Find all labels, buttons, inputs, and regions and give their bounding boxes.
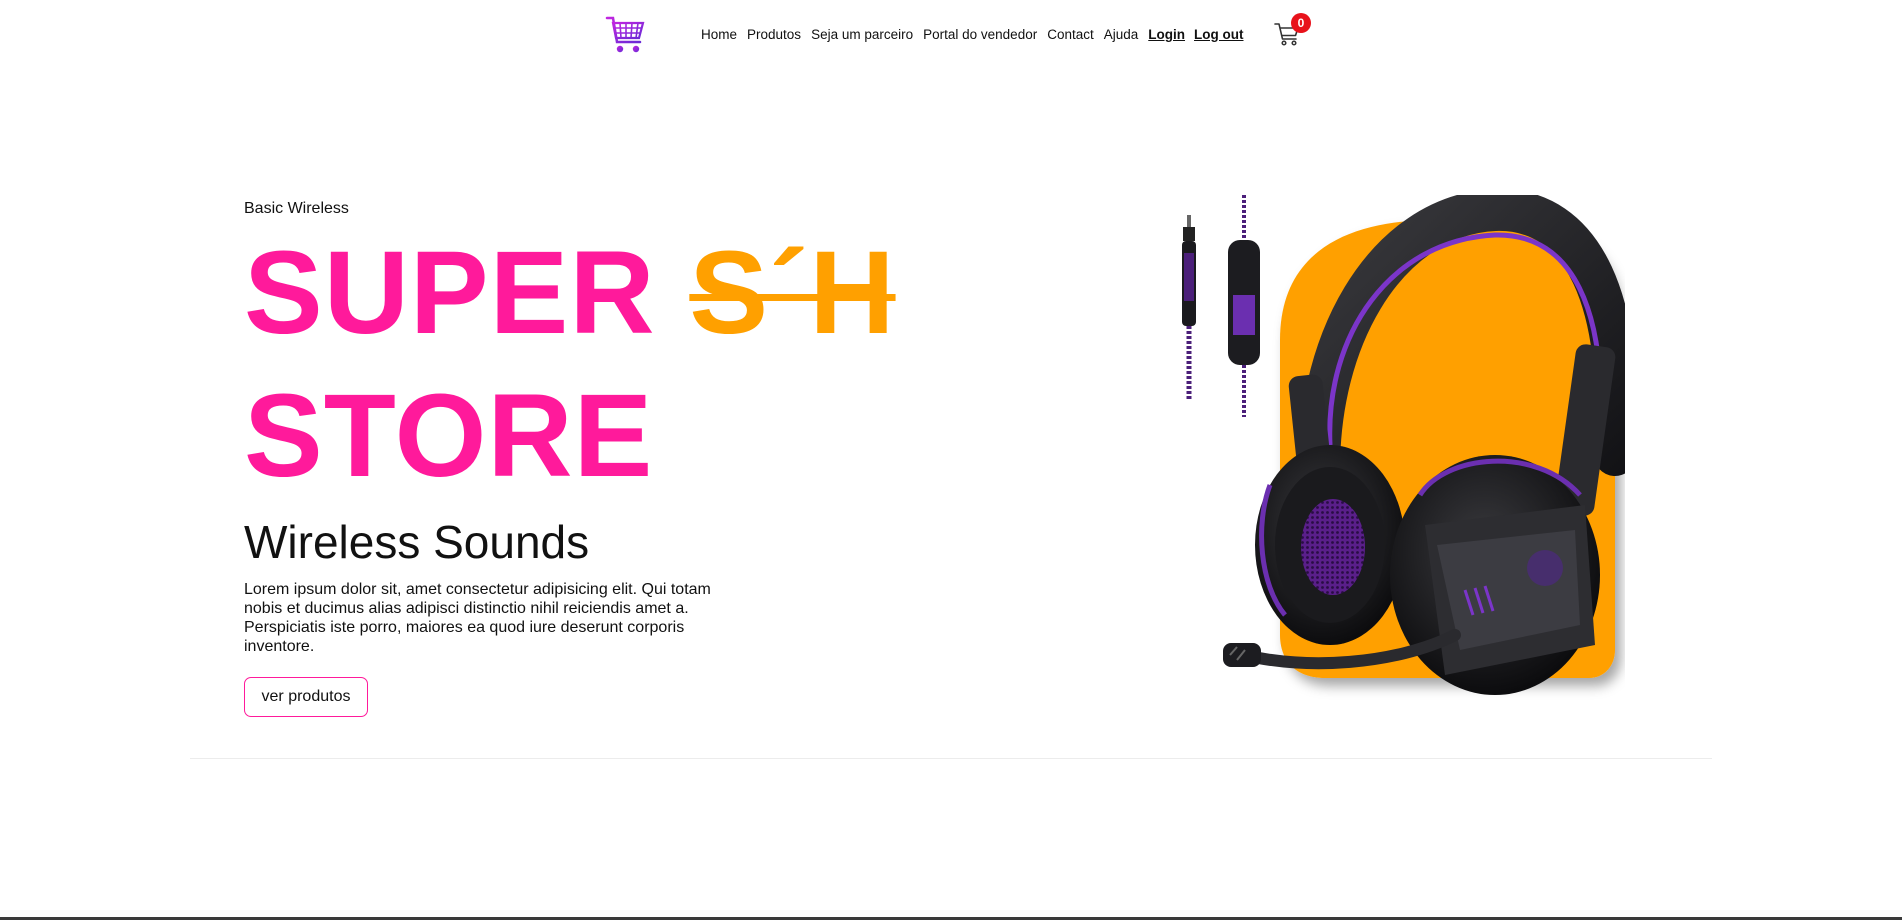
nav-logout[interactable]: Log out	[1194, 27, 1243, 42]
cart-count-badge: 0	[1291, 13, 1311, 33]
ver-produtos-button[interactable]: ver produtos	[244, 677, 368, 717]
nav-portal-do-vendedor[interactable]: Portal do vendedor	[923, 27, 1037, 42]
hero-subtitle: Basic Wireless	[244, 200, 349, 217]
section-divider	[190, 758, 1712, 759]
nav-contact[interactable]: Contact	[1047, 27, 1094, 42]
hero-description: Lorem ipsum dolor sit, amet consectetur …	[244, 581, 711, 655]
nav-produtos[interactable]: Produtos	[747, 27, 801, 42]
site-header: Home Produtos Seja um parceiro Portal do…	[0, 0, 1902, 80]
hero-tagline: Wireless Sounds	[244, 516, 590, 568]
nav-seja-um-parceiro[interactable]: Seja um parceiro	[811, 27, 913, 42]
main-nav: Home Produtos Seja um parceiro Portal do…	[701, 27, 1253, 42]
nav-ajuda[interactable]: Ajuda	[1104, 27, 1139, 42]
headline-line2: STORE	[244, 370, 654, 502]
shopping-cart-logo-icon[interactable]	[605, 14, 645, 56]
headline-accent: S´H	[689, 227, 896, 359]
headset-product-image	[1182, 195, 1625, 695]
headline-main: SUPER	[244, 227, 656, 359]
nav-home[interactable]: Home	[701, 27, 737, 42]
hero-headline: SUPER S´H STORE	[244, 222, 896, 508]
nav-login[interactable]: Login	[1148, 27, 1185, 42]
